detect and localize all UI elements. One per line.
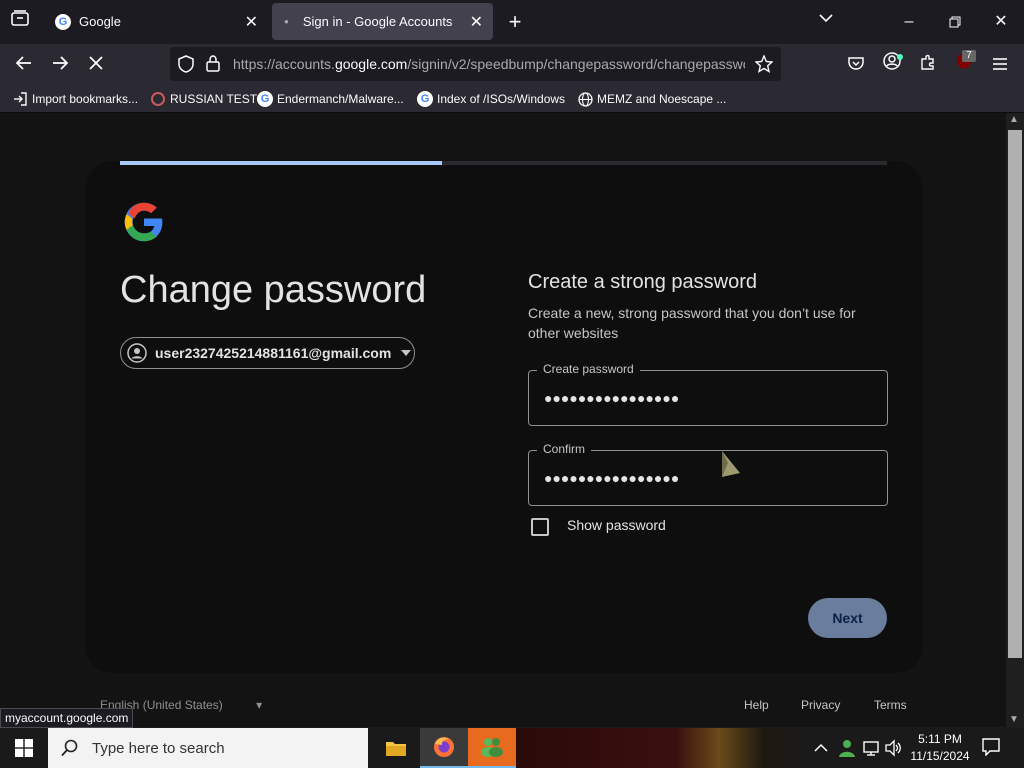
account-email: user2327425214881161@gmail.com <box>155 345 392 361</box>
password-value: ●●●●●●●●●●●●●●●● <box>544 390 680 406</box>
stop-loading-icon[interactable] <box>80 48 112 80</box>
url-prefix: https://accounts. <box>233 56 335 72</box>
tab-sign-in[interactable]: ● Sign in - Google Accounts ✕ <box>272 3 493 40</box>
bookmark-memz[interactable]: MEMZ and Noescape ... <box>577 90 726 108</box>
footer-privacy-link[interactable]: Privacy <box>801 698 840 712</box>
scrollbar-thumb[interactable] <box>1008 130 1022 658</box>
bookmark-russian-test[interactable]: RUSSIAN TEST <box>150 90 257 108</box>
section-heading: Create a strong password <box>528 271 758 293</box>
navigation-toolbar: https://accounts.google.com/signin/v2/sp… <box>0 44 1024 84</box>
shield-icon[interactable] <box>178 55 194 78</box>
tab-google[interactable]: G Google ✕ <box>44 3 268 40</box>
minimize-button[interactable]: – <box>886 6 932 38</box>
close-tab-icon[interactable]: ✕ <box>245 12 258 32</box>
create-password-field[interactable]: Create password ●●●●●●●●●●●●●●●● <box>528 362 888 426</box>
url-text[interactable]: https://accounts.google.com/signin/v2/sp… <box>233 56 745 72</box>
network-icon[interactable] <box>862 739 880 762</box>
close-window-button[interactable]: ✕ <box>978 6 1024 38</box>
show-password-label[interactable]: Show password <box>567 517 666 533</box>
tab-bar: G Google ✕ ● Sign in - Google Accounts ✕… <box>0 0 1024 44</box>
account-chip[interactable]: user2327425214881161@gmail.com <box>120 337 415 369</box>
address-bar[interactable]: https://accounts.google.com/signin/v2/sp… <box>170 47 781 81</box>
url-path: /signin/v2/speedbump/changepassword/chan… <box>407 56 745 72</box>
cursor-sprite-icon <box>718 449 742 484</box>
back-arrow-icon[interactable] <box>8 48 40 80</box>
account-icon[interactable] <box>876 48 908 80</box>
close-tab-icon[interactable]: ✕ <box>470 12 483 32</box>
site-icon <box>150 91 166 107</box>
bookmarks-toolbar: Import bookmarks... RUSSIAN TEST G Ender… <box>0 84 1024 113</box>
lock-icon[interactable] <box>206 55 220 77</box>
windows-taskbar: Type here to search 5:11 PM 11/15/2024 <box>0 728 1024 768</box>
messenger-icon[interactable] <box>468 728 516 768</box>
file-explorer-icon[interactable] <box>372 728 420 768</box>
list-tabs-chevron-icon[interactable] <box>812 10 840 34</box>
tab-title: Sign in - Google Accounts <box>302 14 453 29</box>
notifications-icon[interactable] <box>982 738 1000 761</box>
taskbar-background-image <box>516 728 806 768</box>
page-content: Change password user2327425214881161@gma… <box>0 113 1006 727</box>
show-hidden-icons-chevron-icon[interactable] <box>814 740 828 758</box>
restore-button[interactable] <box>932 6 978 38</box>
pocket-icon[interactable] <box>840 48 872 80</box>
people-tray-icon[interactable] <box>838 739 856 762</box>
new-tab-button[interactable]: + <box>503 8 527 36</box>
tab-overview-icon[interactable] <box>8 10 32 34</box>
import-icon <box>12 91 28 107</box>
footer-terms-link[interactable]: Terms <box>874 698 907 712</box>
scroll-up-arrow-icon[interactable]: ▲ <box>1009 114 1019 125</box>
bookmark-label: RUSSIAN TEST <box>170 92 258 106</box>
taskbar-search-box[interactable]: Type here to search <box>48 728 368 768</box>
forward-arrow-icon[interactable] <box>44 48 76 80</box>
status-url-tooltip: myaccount.google.com <box>0 708 134 728</box>
scroll-down-arrow-icon[interactable]: ▼ <box>1009 714 1019 725</box>
progress-bar <box>120 161 887 165</box>
bookmark-label: Index of /ISOs/Windows <box>437 92 566 106</box>
google-icon: G <box>55 13 71 30</box>
loading-dot-icon: ● <box>284 17 289 26</box>
firefox-icon[interactable] <box>420 728 468 768</box>
url-domain: google.com <box>334 56 408 72</box>
start-button[interactable] <box>0 728 48 768</box>
progress-fill <box>120 161 443 165</box>
bookmark-index-isos[interactable]: G Index of /ISOs/Windows <box>417 90 565 108</box>
password-value: ●●●●●●●●●●●●●●●● <box>544 470 680 486</box>
bookmark-label: Import bookmarks... <box>32 92 139 106</box>
volume-icon[interactable] <box>884 739 902 762</box>
clock-time: 5:11 PM <box>918 732 962 746</box>
page-title: Change password <box>120 269 427 311</box>
field-label: Confirm <box>537 442 592 456</box>
bookmark-label: MEMZ and Noescape ... <box>597 92 727 106</box>
account-circle-icon <box>127 343 147 363</box>
google-icon: G <box>257 91 273 107</box>
extension-badge: 7 <box>962 50 976 62</box>
search-placeholder: Type here to search <box>92 739 225 757</box>
search-icon <box>61 739 79 757</box>
tab-title: Google <box>79 14 121 29</box>
globe-icon <box>577 91 593 107</box>
show-password-checkbox[interactable] <box>531 518 549 536</box>
taskbar-clock[interactable]: 5:11 PM 11/15/2024 <box>908 731 972 765</box>
caret-down-icon <box>401 350 412 356</box>
google-logo-icon <box>123 201 165 248</box>
footer-help-link[interactable]: Help <box>744 698 769 712</box>
account-dot <box>897 54 903 60</box>
bookmark-endermanch[interactable]: G Endermanch/Malware... <box>257 90 404 108</box>
bookmark-import[interactable]: Import bookmarks... <box>12 90 138 108</box>
menu-hamburger-icon[interactable] <box>984 48 1016 80</box>
clock-date: 11/15/2024 <box>910 749 970 763</box>
field-label: Create password <box>537 362 640 376</box>
next-button[interactable]: Next <box>808 598 887 638</box>
bookmark-label: Endermanch/Malware... <box>277 92 404 106</box>
confirm-password-field[interactable]: Confirm ●●●●●●●●●●●●●●●● <box>528 442 888 506</box>
extensions-puzzle-icon[interactable] <box>912 48 944 80</box>
caret-down-icon: ▾ <box>256 698 263 712</box>
bookmark-star-icon[interactable] <box>754 54 774 78</box>
section-description: Create a new, strong password that you d… <box>528 305 856 341</box>
google-icon: G <box>417 91 433 107</box>
